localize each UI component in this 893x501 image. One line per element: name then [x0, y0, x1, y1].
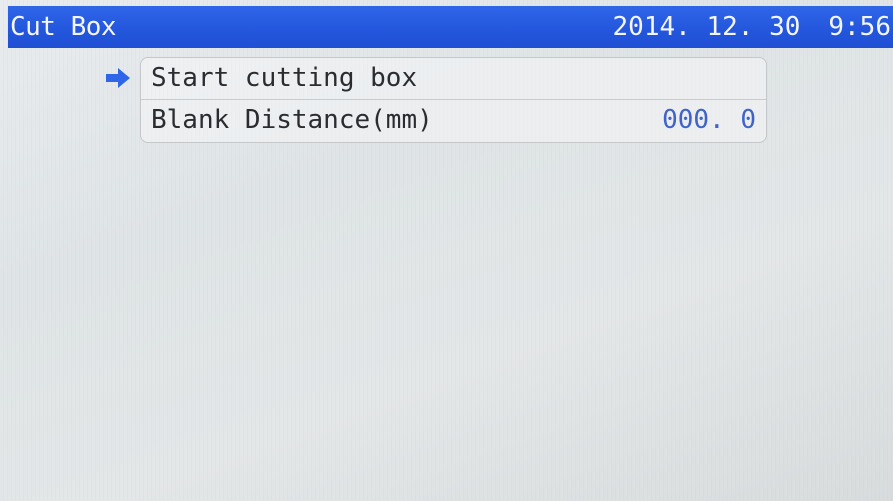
menu-item-label: Blank Distance(mm) — [151, 105, 433, 135]
lcd-screen: Cut Box 2014. 12. 30 9:56 Start cutting b… — [0, 0, 893, 501]
cut-box-menu: Start cutting box Blank Distance(mm) 000… — [140, 57, 767, 143]
datetime-display: 2014. 12. 30 9:56 — [613, 6, 891, 48]
screen-title: Cut Box — [10, 12, 117, 42]
menu-item-blank-distance[interactable]: Blank Distance(mm) 000. 0 — [141, 100, 766, 141]
right-arrow-icon — [104, 66, 132, 90]
blank-distance-value[interactable]: 000. 0 — [662, 100, 756, 141]
menu-item-start-cutting-box[interactable]: Start cutting box — [141, 58, 766, 99]
time-display: 9:56 — [828, 12, 891, 42]
title-bar: Cut Box 2014. 12. 30 9:56 — [8, 6, 893, 48]
date-display: 2014. 12. 30 — [612, 12, 801, 42]
menu-item-label: Start cutting box — [151, 63, 418, 93]
